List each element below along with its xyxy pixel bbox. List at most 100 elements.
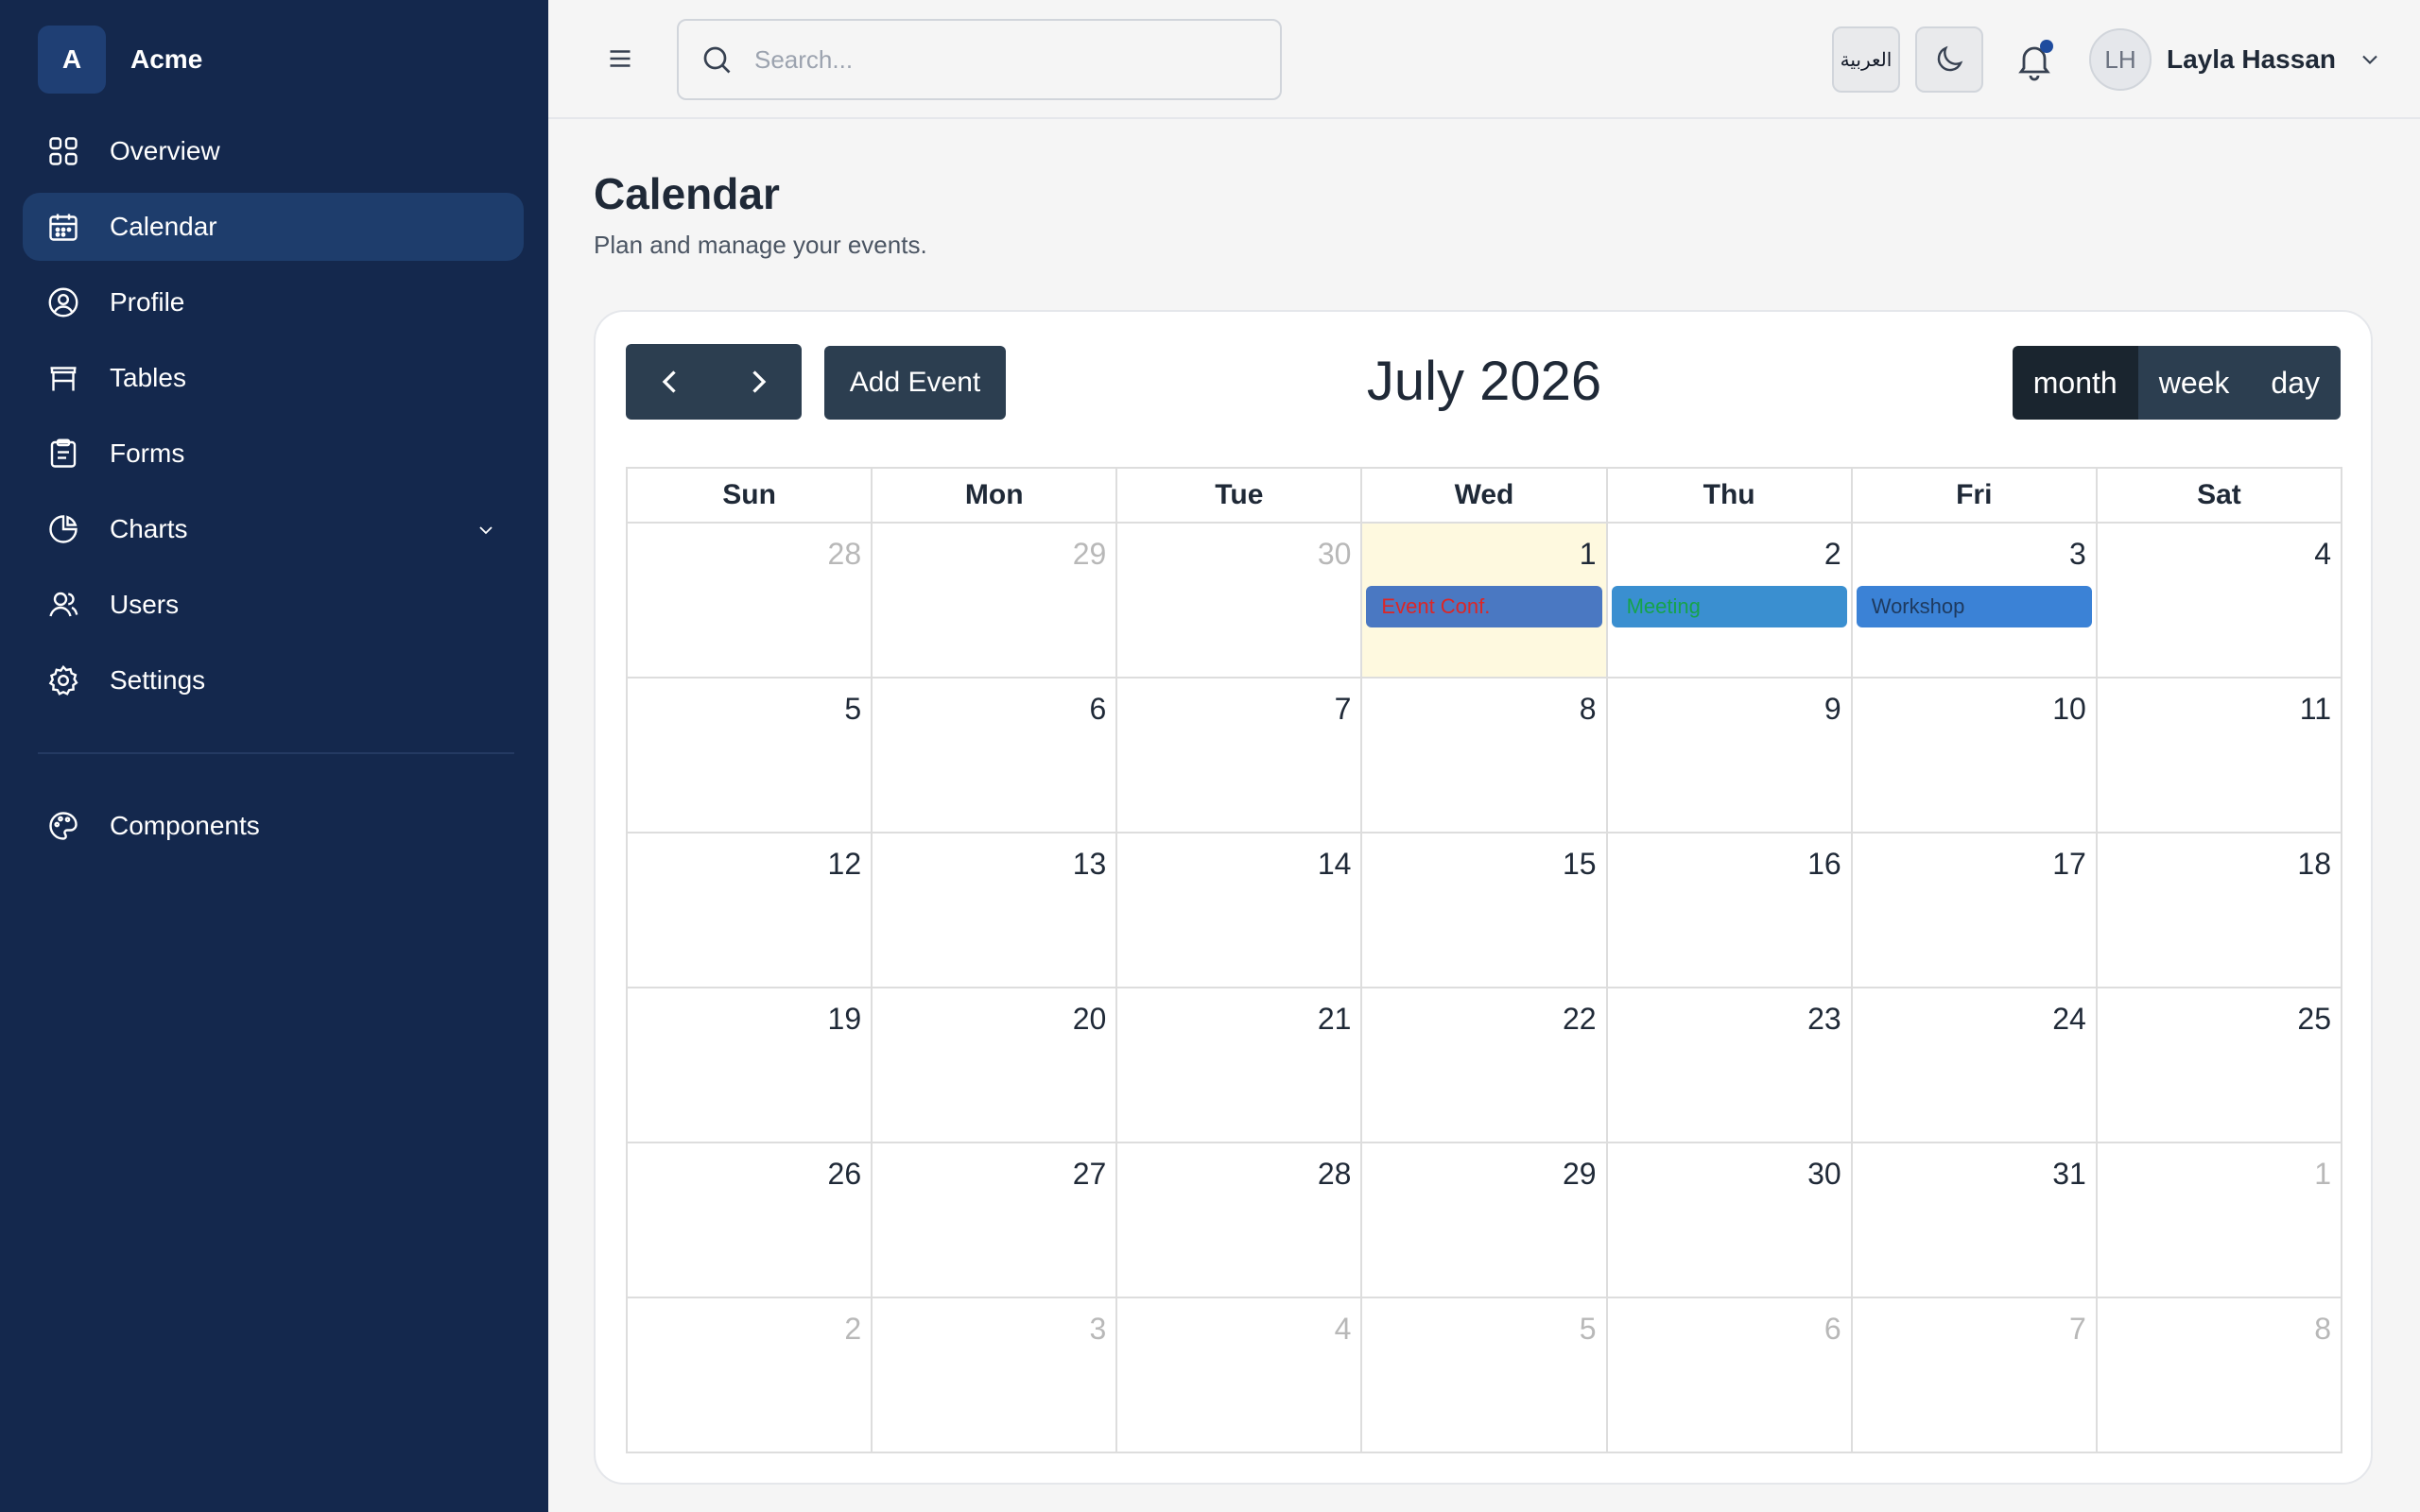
day-number[interactable]: 3 (2069, 537, 2086, 572)
calendar-day-cell[interactable]: 7 (1852, 1298, 2098, 1453)
day-number[interactable]: 15 (1563, 847, 1597, 882)
day-number[interactable]: 24 (2052, 1002, 2086, 1037)
calendar-day-cell[interactable]: 21 (1117, 988, 1363, 1143)
day-number[interactable]: 1 (1580, 537, 1597, 572)
calendar-day-cell[interactable]: 18 (2097, 833, 2342, 988)
calendar-day-cell[interactable]: 4 (1117, 1298, 1363, 1453)
view-month-button[interactable]: month (2012, 346, 2138, 420)
day-number[interactable]: 2 (844, 1312, 861, 1347)
day-number[interactable]: 21 (1318, 1002, 1352, 1037)
calendar-day-cell[interactable]: 7 (1117, 679, 1363, 833)
calendar-day-cell[interactable]: 30 (1607, 1143, 1853, 1298)
calendar-day-cell[interactable]: 10 (1852, 679, 2098, 833)
calendar-day-cell[interactable]: 3 Workshop (1852, 524, 2098, 679)
view-week-button[interactable]: week (2137, 346, 2251, 420)
day-number[interactable]: 9 (1824, 692, 1841, 727)
day-number[interactable]: 7 (2069, 1312, 2086, 1347)
day-number[interactable]: 11 (2300, 692, 2331, 727)
calendar-day-cell[interactable]: 31 (1852, 1143, 2098, 1298)
day-number[interactable]: 25 (2297, 1002, 2331, 1037)
day-number[interactable]: 28 (1318, 1157, 1352, 1192)
day-number[interactable]: 18 (2297, 847, 2331, 882)
calendar-day-cell[interactable]: 11 (2097, 679, 2342, 833)
day-number[interactable]: 10 (2052, 692, 2086, 727)
calendar-day-cell[interactable]: 25 (2097, 988, 2342, 1143)
day-number[interactable]: 7 (1335, 692, 1352, 727)
calendar-day-cell[interactable]: 26 (628, 1143, 873, 1298)
day-number[interactable]: 4 (1335, 1312, 1352, 1347)
calendar-day-cell[interactable]: 1 (2097, 1143, 2342, 1298)
day-number[interactable]: 29 (1073, 537, 1107, 572)
day-number[interactable]: 12 (828, 847, 862, 882)
user-menu[interactable]: LH Layla Hassan (2089, 28, 2383, 91)
calendar-day-cell[interactable]: 29 (873, 524, 1118, 679)
calendar-day-cell[interactable]: 4 (2097, 524, 2342, 679)
day-number[interactable]: 8 (2314, 1312, 2331, 1347)
sidebar-item-tables[interactable]: Tables (23, 344, 524, 412)
calendar-day-cell[interactable]: 5 (628, 679, 873, 833)
sidebar-item-components[interactable]: Components (23, 792, 524, 860)
day-number[interactable]: 14 (1318, 847, 1352, 882)
calendar-day-cell[interactable]: 29 (1362, 1143, 1608, 1298)
day-number[interactable]: 20 (1073, 1002, 1107, 1037)
day-number[interactable]: 22 (1563, 1002, 1597, 1037)
day-number[interactable]: 29 (1563, 1157, 1597, 1192)
calendar-day-cell[interactable]: 22 (1362, 988, 1608, 1143)
next-month-button[interactable] (714, 344, 802, 420)
calendar-event[interactable]: Workshop (1856, 586, 2092, 627)
calendar-day-cell-today[interactable]: 1 Event Conf. (1362, 524, 1608, 679)
day-number[interactable]: 5 (1580, 1312, 1597, 1347)
calendar-day-cell[interactable]: 6 (1607, 1298, 1853, 1453)
calendar-day-cell[interactable]: 28 (628, 524, 873, 679)
calendar-day-cell[interactable]: 5 (1362, 1298, 1608, 1453)
sidebar-item-calendar[interactable]: Calendar (23, 193, 524, 261)
day-number[interactable]: 17 (2052, 847, 2086, 882)
day-number[interactable]: 19 (828, 1002, 862, 1037)
brand[interactable]: A Acme (38, 26, 202, 94)
add-event-button[interactable]: Add Event (824, 346, 1006, 420)
calendar-day-cell[interactable]: 27 (873, 1143, 1118, 1298)
calendar-day-cell[interactable]: 2 (628, 1298, 873, 1453)
calendar-day-cell[interactable]: 8 (2097, 1298, 2342, 1453)
calendar-day-cell[interactable]: 20 (873, 988, 1118, 1143)
calendar-event[interactable]: Event Conf. (1366, 586, 1602, 627)
day-number[interactable]: 5 (844, 692, 861, 727)
calendar-day-cell[interactable]: 28 (1117, 1143, 1363, 1298)
day-number[interactable]: 1 (2314, 1157, 2331, 1192)
calendar-event[interactable]: Meeting (1611, 586, 1847, 627)
menu-icon[interactable] (603, 42, 637, 76)
calendar-day-cell[interactable]: 2 Meeting (1607, 524, 1853, 679)
sidebar-item-overview[interactable]: Overview (23, 117, 524, 185)
calendar-day-cell[interactable]: 12 (628, 833, 873, 988)
calendar-day-cell[interactable]: 3 (873, 1298, 1118, 1453)
prev-month-button[interactable] (626, 344, 714, 420)
search-box[interactable] (677, 19, 1282, 100)
day-number[interactable]: 2 (1824, 537, 1841, 572)
search-input[interactable] (752, 43, 1263, 76)
calendar-day-cell[interactable]: 6 (873, 679, 1118, 833)
sidebar-item-users[interactable]: Users (23, 571, 524, 639)
day-number[interactable]: 30 (1807, 1157, 1841, 1192)
sidebar-item-settings[interactable]: Settings (23, 646, 524, 714)
sidebar-item-forms[interactable]: Forms (23, 420, 524, 488)
calendar-day-cell[interactable]: 14 (1117, 833, 1363, 988)
calendar-day-cell[interactable]: 16 (1607, 833, 1853, 988)
day-number[interactable]: 16 (1807, 847, 1841, 882)
sidebar-item-charts[interactable]: Charts (23, 495, 524, 563)
calendar-day-cell[interactable]: 23 (1607, 988, 1853, 1143)
sidebar-item-profile[interactable]: Profile (23, 268, 524, 336)
day-number[interactable]: 4 (2314, 537, 2331, 572)
calendar-day-cell[interactable]: 15 (1362, 833, 1608, 988)
language-toggle-button[interactable]: العربية (1832, 26, 1900, 93)
day-number[interactable]: 28 (828, 537, 862, 572)
calendar-day-cell[interactable]: 24 (1852, 988, 2098, 1143)
day-number[interactable]: 3 (1089, 1312, 1106, 1347)
day-number[interactable]: 6 (1824, 1312, 1841, 1347)
day-number[interactable]: 6 (1089, 692, 1106, 727)
view-day-button[interactable]: day (2250, 346, 2341, 420)
calendar-day-cell[interactable]: 17 (1852, 833, 2098, 988)
day-number[interactable]: 23 (1807, 1002, 1841, 1037)
day-number[interactable]: 26 (828, 1157, 862, 1192)
calendar-day-cell[interactable]: 9 (1607, 679, 1853, 833)
day-number[interactable]: 31 (2052, 1157, 2086, 1192)
